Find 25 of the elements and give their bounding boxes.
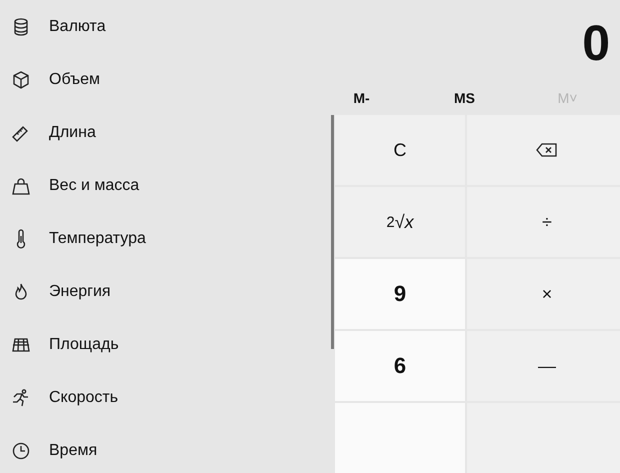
sidebar-item[interactable]: Объем xyxy=(0,53,310,106)
memory-button[interactable]: M- xyxy=(310,82,413,113)
operator-key[interactable]: ÷ xyxy=(467,187,620,257)
operator-key[interactable]: × xyxy=(467,259,620,329)
memory-button[interactable]: MS xyxy=(413,82,516,113)
runner-icon xyxy=(11,388,31,408)
sidebar-item[interactable]: Время xyxy=(0,424,310,473)
digit-key[interactable]: 9 xyxy=(335,259,465,329)
sidebar-item[interactable]: Скорость xyxy=(0,371,310,424)
scrollbar-thumb[interactable] xyxy=(331,115,334,349)
weight-icon xyxy=(11,176,31,196)
clock-icon xyxy=(11,440,31,460)
sidebar-item[interactable]: Длина xyxy=(0,106,310,159)
operator-key[interactable]: — xyxy=(467,331,620,401)
cube-icon xyxy=(11,70,31,90)
sidebar-item[interactable]: Температура xyxy=(0,212,310,265)
sidebar-item[interactable]: Энергия xyxy=(0,265,310,318)
sidebar-item[interactable]: Площадь xyxy=(0,318,310,371)
sidebar-item[interactable]: Вес и масса xyxy=(0,159,310,212)
backspace-icon xyxy=(536,143,558,157)
backspace-key[interactable] xyxy=(467,115,620,185)
operator-key[interactable]: C xyxy=(335,115,465,185)
display-value: 0 xyxy=(582,18,610,68)
sidebar-item[interactable]: Валюта xyxy=(0,0,310,53)
digit-key[interactable]: 6 xyxy=(335,331,465,401)
